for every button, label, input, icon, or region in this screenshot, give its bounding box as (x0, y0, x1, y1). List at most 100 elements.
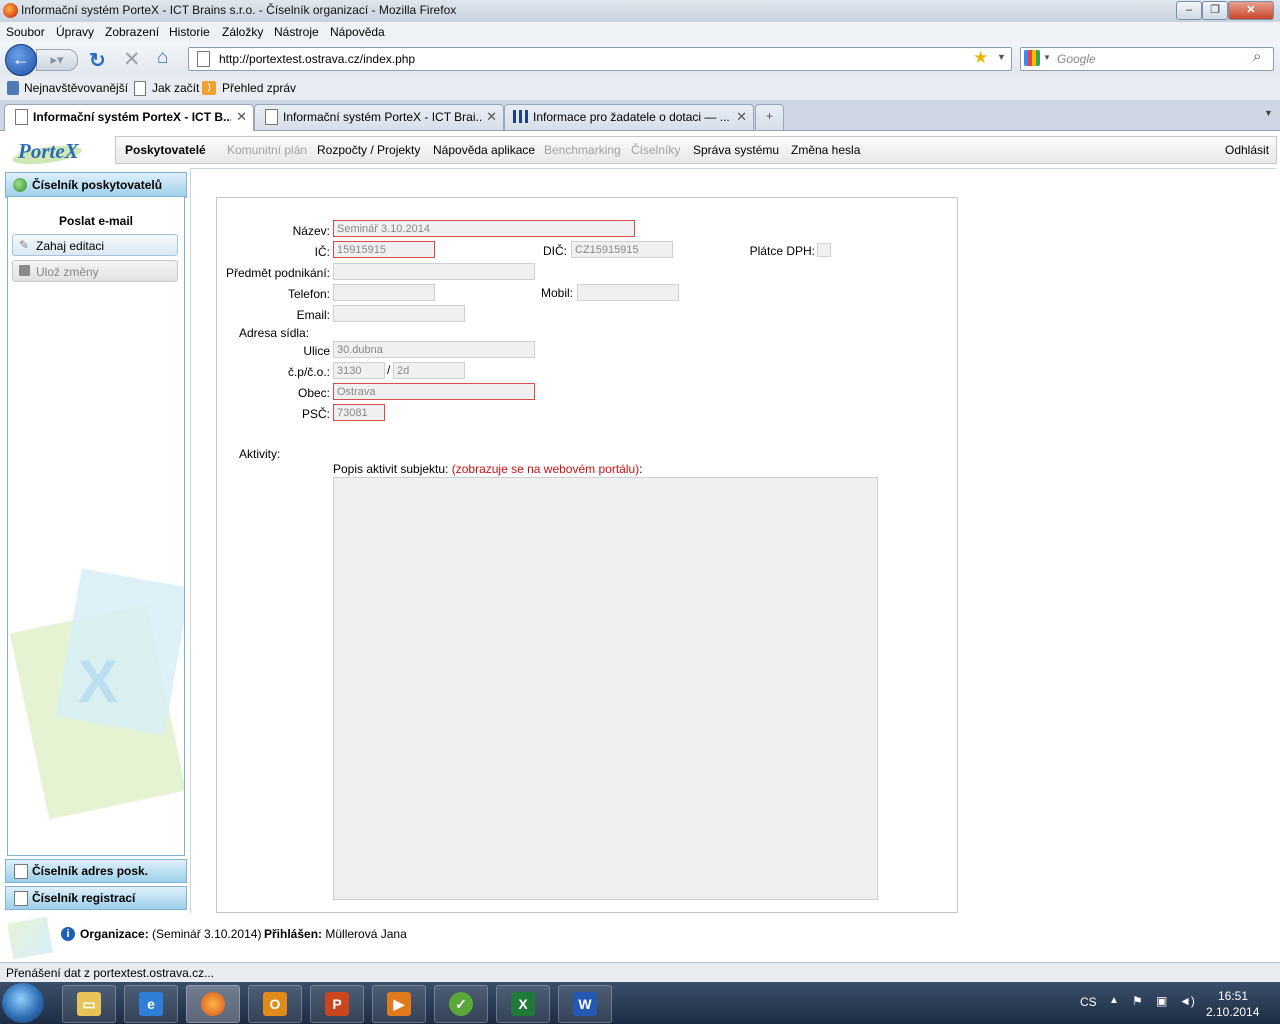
menu-soubor[interactable]: Soubor (6, 25, 45, 39)
menu-zalozky[interactable]: Záložky (222, 25, 263, 39)
maximize-button[interactable]: ❐ (1202, 1, 1228, 20)
sidebar-header-label: Číselník poskytovatelů (32, 178, 163, 192)
taskbar-outlook[interactable]: O (248, 985, 302, 1023)
platce-dph-checkbox[interactable] (817, 243, 831, 257)
nazev-field[interactable]: Seminář 3.10.2014 (333, 220, 635, 237)
logout-link[interactable]: Odhlásit (1225, 143, 1269, 157)
info-icon: i (61, 927, 75, 941)
back-button[interactable]: ← (5, 44, 37, 76)
page-icon (15, 109, 28, 125)
taskbar-media[interactable]: ▶ (372, 985, 426, 1023)
logo-text: PorteX (18, 139, 79, 163)
platce-dph-label: Plátce DPH: (749, 244, 815, 258)
tab-portex-1[interactable]: Informační systém PorteX - ICT B... ✕ (4, 104, 254, 131)
tray-expand-icon[interactable]: ▲ (1109, 995, 1119, 1006)
nav-rozpocty-projekty[interactable]: Rozpočty / Projekty (317, 143, 420, 157)
start-button[interactable] (2, 983, 44, 1023)
clock-date[interactable]: 2.10.2014 (1206, 1005, 1259, 1019)
mobil-field[interactable] (577, 284, 679, 301)
sidebar-section-registrations[interactable]: Číselník registrací (5, 886, 187, 910)
portex-logo: PorteX (8, 135, 108, 168)
page-icon (197, 51, 210, 67)
bookmarks-toolbar: Nejnavštěvovanější Jak začít ) Přehled z… (0, 76, 1280, 100)
save-disk-icon (19, 265, 30, 276)
tab-list-dropdown-icon[interactable]: ▼ (1264, 108, 1273, 118)
taskbar-powerpoint[interactable]: P (310, 985, 364, 1023)
tab-close-icon[interactable]: ✕ (236, 109, 247, 125)
volume-icon[interactable]: ◄) (1179, 994, 1195, 1008)
footer-logo-graphic (7, 916, 53, 960)
search-icon[interactable]: ⌕ (1253, 48, 1261, 65)
nav-zmena-hesla[interactable]: Změna hesla (791, 143, 860, 157)
tab-informace[interactable]: Informace pro žadatele o dotaci — ... ✕ (504, 104, 754, 130)
taskbar-word[interactable]: W (558, 985, 612, 1023)
menu-zobrazeni[interactable]: Zobrazení (105, 25, 159, 39)
dic-field[interactable]: CZ15915915 (571, 241, 673, 258)
psc-field[interactable]: 73081 (333, 404, 385, 421)
popis-textarea[interactable] (333, 477, 878, 900)
new-tab-button[interactable]: + (755, 104, 784, 130)
tab-close-icon[interactable]: ✕ (736, 109, 747, 125)
navigation-toolbar: ▸▾ ← ↻ ✕ ⌂ http://portextest.ostrava.cz/… (0, 42, 1280, 76)
sidebar-section-label: Číselník adres posk. (32, 864, 149, 878)
obec-field[interactable]: Ostrava (333, 383, 535, 400)
telefon-field[interactable] (333, 284, 435, 301)
tab-close-icon[interactable]: ✕ (486, 109, 497, 125)
menu-napoveda[interactable]: Nápověda (330, 25, 385, 39)
sidebar-header[interactable]: Číselník poskytovatelů (5, 172, 187, 198)
engine-dropdown-icon[interactable]: ▼ (1043, 53, 1051, 62)
bookmark-getting-started[interactable]: Jak začít (152, 81, 199, 95)
nav-sprava-systemu[interactable]: Správa systému (693, 143, 779, 157)
pencil-icon: ✎ (19, 238, 30, 252)
bookmark-star-icon[interactable]: ★ (973, 48, 988, 68)
nav-poskytovatele[interactable]: Poskytovatelé (125, 143, 206, 157)
co-separator: / (387, 363, 391, 377)
menu-upravy[interactable]: Úpravy (56, 25, 94, 39)
search-placeholder: Google (1057, 52, 1096, 66)
menu-nastroje[interactable]: Nástroje (274, 25, 319, 39)
start-editing-button[interactable]: ✎ Zahaj editaci (12, 234, 178, 256)
user-label: Přihlášen: (264, 927, 323, 941)
taskbar-explorer[interactable]: ▭ (62, 985, 116, 1023)
menu-historie[interactable]: Historie (169, 25, 210, 39)
close-window-button[interactable]: ✕ (1228, 1, 1274, 20)
minimize-button[interactable]: – (1176, 1, 1202, 20)
predmet-field[interactable] (333, 263, 535, 280)
predmet-label: Předmět podnikání: (225, 266, 330, 280)
sidebar-section-addresses[interactable]: Číselník adres posk. (5, 859, 187, 883)
tab-portex-2[interactable]: Informační systém PorteX - ICT Brai... ✕ (254, 104, 504, 130)
bookmark-news[interactable]: Přehled zpráv (222, 81, 296, 95)
url-bar[interactable]: http://portextest.ostrava.cz/index.php ★… (188, 47, 1012, 71)
nav-napoveda-aplikace[interactable]: Nápověda aplikace (433, 143, 535, 157)
cp-field[interactable]: 3130 (333, 362, 385, 379)
co-field[interactable]: 2d (393, 362, 465, 379)
reload-icon[interactable]: ↻ (89, 48, 106, 73)
network-icon[interactable]: ▣ (1156, 994, 1167, 1008)
stop-icon[interactable]: ✕ (123, 47, 141, 72)
ic-field[interactable]: 15915915 (333, 241, 435, 258)
home-icon[interactable]: ⌂ (157, 47, 168, 69)
url-dropdown-icon[interactable]: ▼ (997, 52, 1006, 62)
action-center-flag-icon[interactable]: ⚑ (1132, 994, 1143, 1008)
taskbar-firefox[interactable] (186, 985, 240, 1023)
save-changes-button[interactable]: Ulož změny (12, 260, 178, 282)
adresa-label: Adresa sídla: (239, 326, 310, 340)
email-label: Email: (296, 308, 330, 322)
language-indicator[interactable]: CS (1080, 995, 1097, 1009)
taskbar-excel[interactable]: X (496, 985, 550, 1023)
org-footer: i Organizace: (Seminář 3.10.2014) Přihlá… (0, 916, 1280, 960)
google-icon[interactable] (1024, 50, 1040, 66)
bookmark-most-visited[interactable]: Nejnavštěvovanější (24, 81, 128, 95)
taskbar-app[interactable]: ✓ (434, 985, 488, 1023)
email-field[interactable] (333, 305, 465, 322)
powerpoint-icon: P (325, 992, 349, 1016)
taskbar-ie[interactable]: e (124, 985, 178, 1023)
search-box[interactable]: ▼ Google ⌕ (1020, 47, 1274, 71)
save-changes-label: Ulož změny (36, 265, 99, 279)
organization-label: Organizace: (80, 927, 149, 941)
word-icon: W (573, 992, 597, 1016)
mobil-label: Mobil: (540, 286, 573, 300)
clock-time[interactable]: 16:51 (1218, 989, 1248, 1003)
forward-button[interactable]: ▸▾ (36, 49, 78, 71)
ulice-field[interactable]: 30.dubna (333, 341, 535, 358)
